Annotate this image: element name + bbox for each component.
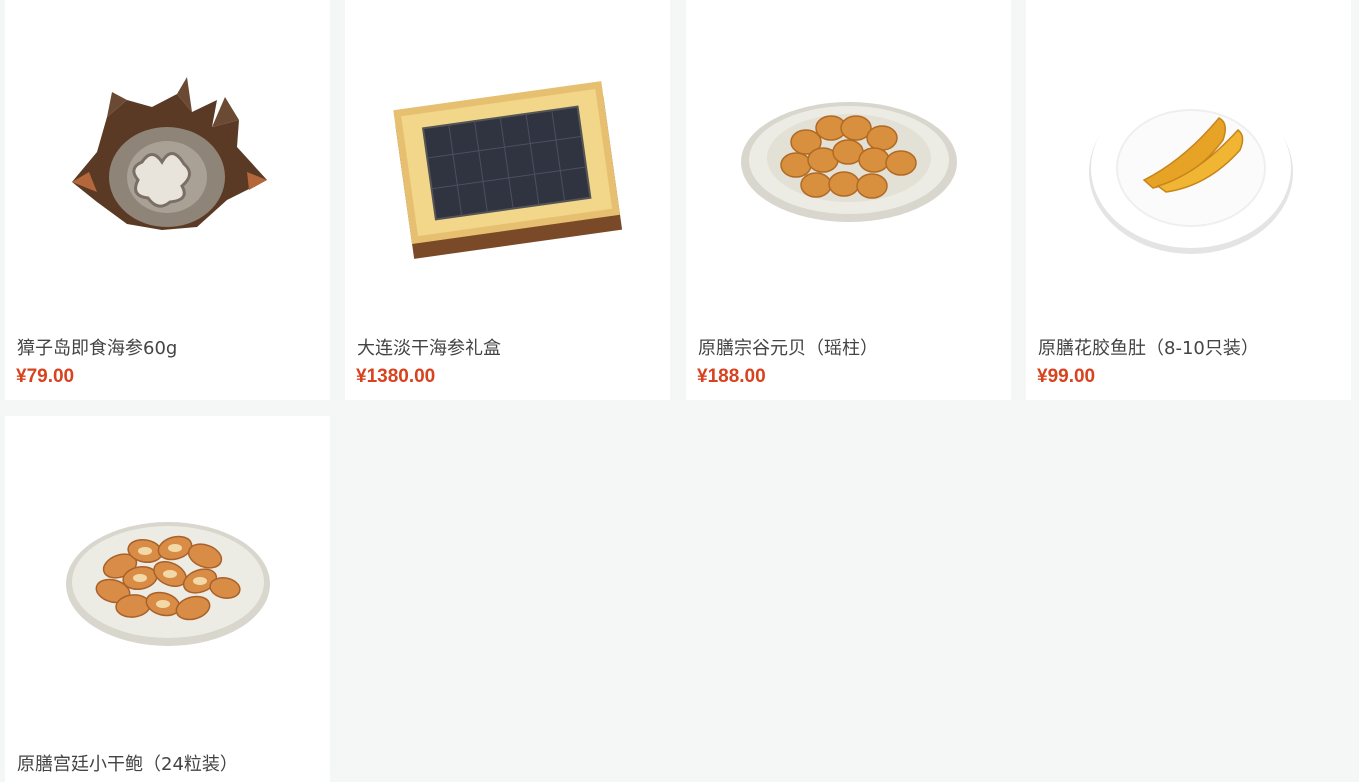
product-name[interactable]: 原膳宫廷小干鲍（24粒装） (17, 750, 238, 776)
product-name[interactable]: 大连淡干海参礼盒 (357, 334, 501, 360)
product-card[interactable]: 獐子岛即食海参60g ¥79.00 (5, 0, 330, 400)
product-grid: 獐子岛即食海参60g ¥79.00 大连淡干海参礼盒 ¥1380.00 原膳宗谷… (0, 0, 1359, 782)
abalone-plate-image[interactable] (5, 416, 330, 741)
product-name[interactable]: 原膳宗谷元贝（瑶柱） (698, 334, 878, 360)
product-price: ¥188.00 (697, 366, 766, 387)
product-price: ¥79.00 (16, 366, 75, 387)
sea-cucumber-image[interactable] (5, 0, 330, 325)
product-name[interactable]: 原膳花胶鱼肚（8-10只装） (1038, 334, 1259, 360)
product-card[interactable]: 原膳宗谷元贝（瑶柱） ¥188.00 (686, 0, 1011, 400)
product-card[interactable]: 原膳宫廷小干鲍（24粒装） (5, 416, 330, 782)
product-price: ¥1380.00 (356, 366, 436, 387)
product-price: ¥99.00 (1037, 366, 1096, 387)
gift-box-image[interactable] (345, 0, 670, 325)
scallops-plate-image[interactable] (686, 0, 1011, 325)
fish-maw-plate-image[interactable] (1026, 0, 1351, 325)
product-name[interactable]: 獐子岛即食海参60g (17, 334, 177, 360)
product-card[interactable]: 大连淡干海参礼盒 ¥1380.00 (345, 0, 670, 400)
product-card[interactable]: 原膳花胶鱼肚（8-10只装） ¥99.00 (1026, 0, 1351, 400)
